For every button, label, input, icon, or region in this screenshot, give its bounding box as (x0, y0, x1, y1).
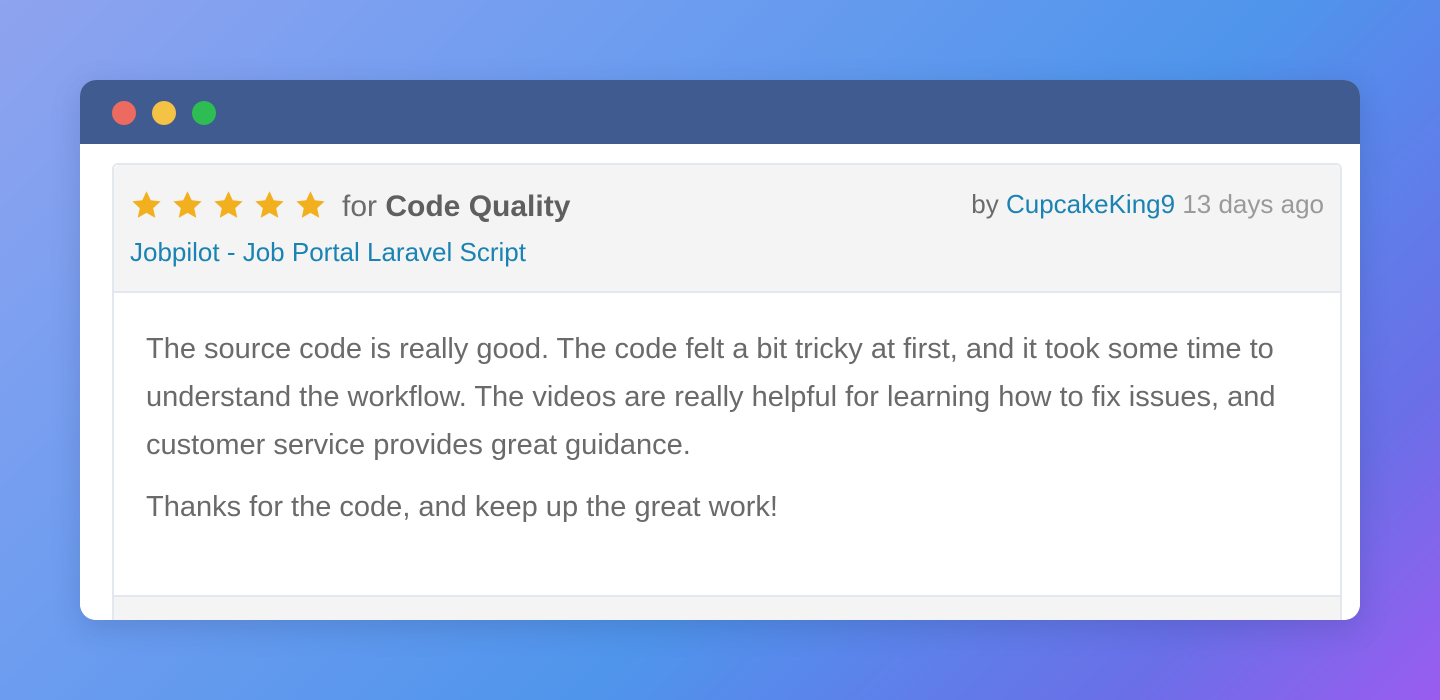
star-icon (171, 189, 204, 222)
browser-window: for Code Quality Jobpilot - Job Portal L… (80, 80, 1360, 620)
author-link[interactable]: CupcakeKing9 (1006, 189, 1175, 219)
review-footer (114, 595, 1340, 620)
review-time: 13 days ago (1182, 189, 1324, 219)
category-label: Code Quality (385, 190, 571, 223)
review-paragraph: The source code is really good. The code… (146, 333, 1276, 461)
review-card: for Code Quality Jobpilot - Job Portal L… (112, 163, 1342, 620)
for-label: for (342, 190, 378, 223)
review-paragraph: Thanks for the code, and keep up the gre… (146, 491, 778, 523)
window-content: for Code Quality Jobpilot - Job Portal L… (80, 144, 1360, 620)
star-icon (294, 189, 327, 222)
minimize-window-button[interactable] (152, 101, 176, 125)
close-window-button[interactable] (112, 101, 136, 125)
review-body: The source code is really good. The code… (114, 293, 1340, 531)
star-rating (130, 189, 327, 222)
star-icon (130, 189, 163, 222)
rating-category: for Code Quality (342, 189, 570, 225)
maximize-window-button[interactable] (192, 101, 216, 125)
item-link[interactable]: Jobpilot - Job Portal Laravel Script (130, 235, 526, 269)
review-header: for Code Quality Jobpilot - Job Portal L… (114, 165, 1340, 293)
review-meta: by CupcakeKing9 13 days ago (971, 187, 1324, 221)
star-icon (212, 189, 245, 222)
star-icon (253, 189, 286, 222)
window-titlebar (80, 80, 1360, 144)
by-label: by (971, 189, 999, 219)
